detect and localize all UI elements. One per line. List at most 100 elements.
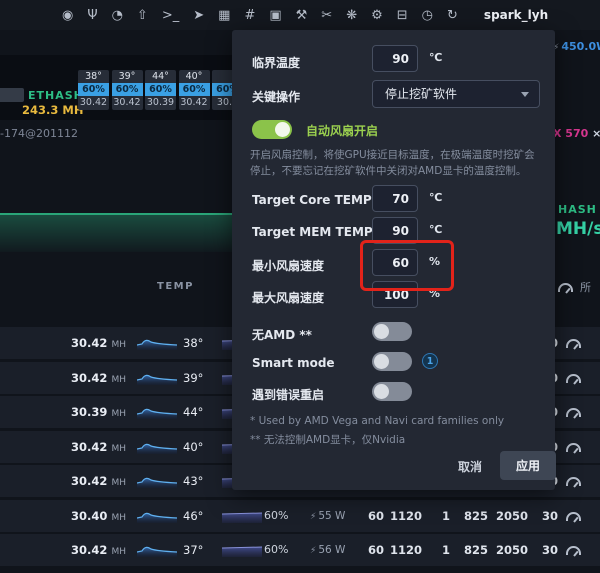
min-fan-speed-label: 最小风扇速度 bbox=[252, 259, 325, 273]
row-core-load: 60 bbox=[367, 543, 384, 557]
gpu-card-fan: 60% bbox=[78, 83, 109, 96]
autofan-description: 开启风扇控制，将使GPU接近目标温度，在极端温度时挖矿会停止，不要忘记在挖矿软件… bbox=[250, 149, 535, 178]
target-mem-temp-label: Target MEM TEMP * bbox=[252, 225, 384, 239]
rig-selector-stub[interactable] bbox=[0, 88, 24, 102]
target-core-temp-label: Target Core TEMP bbox=[252, 193, 372, 207]
temp-column-header: TEMP bbox=[157, 281, 194, 292]
tools-icon[interactable]: ✂ bbox=[321, 9, 332, 22]
autofan-settings-modal: 临界温度 ℃ 关键操作 停止挖矿软件 自动风扇开启 开启风扇控制，将使GPU接近… bbox=[232, 30, 556, 490]
gauge-icon[interactable] bbox=[566, 408, 581, 417]
upload-icon[interactable]: ⇧ bbox=[137, 9, 148, 22]
max-fan-speed-input[interactable] bbox=[372, 281, 418, 308]
row-fan-percent: 60% bbox=[264, 508, 289, 522]
row-hashrate: 30.42 MH bbox=[71, 543, 126, 557]
cancel-button[interactable]: 取消 bbox=[452, 457, 488, 476]
row-hashrate: 30.42 MH bbox=[71, 336, 126, 350]
no-amd-label: 无AMD ** bbox=[252, 328, 312, 342]
celsius-unit: ℃ bbox=[429, 51, 443, 64]
network-card-icon[interactable]: ▦ bbox=[218, 9, 230, 22]
no-amd-toggle[interactable] bbox=[372, 322, 412, 341]
action-select[interactable]: 停止挖矿软件 bbox=[372, 80, 540, 108]
gpu-card-temp: 38° bbox=[85, 71, 102, 82]
total-hashrate: 243.3 MH bbox=[22, 103, 84, 117]
hashrate-sparkline bbox=[137, 512, 177, 523]
pie-chart-icon[interactable]: ◔ bbox=[112, 9, 123, 22]
gauge-icon[interactable] bbox=[566, 546, 581, 555]
gpu-card[interactable]: 39° 60% 30.42 bbox=[111, 70, 143, 110]
smart-mode-toggle[interactable] bbox=[372, 352, 412, 371]
autofan-toggle[interactable] bbox=[252, 120, 292, 139]
gauge-icon[interactable] bbox=[566, 511, 581, 521]
row-mem-clock: 2050 bbox=[495, 508, 528, 523]
row-hashrate: 30.39 MH bbox=[71, 405, 126, 419]
gauge-icon[interactable] bbox=[566, 477, 581, 486]
rocket-icon[interactable]: ➤ bbox=[193, 9, 204, 22]
row-val6: 30 bbox=[541, 508, 558, 523]
minimize-icon[interactable]: ⊟ bbox=[397, 9, 408, 22]
gpu-card[interactable]: 40° 60% 30.42 bbox=[178, 70, 210, 110]
row-temp: 43° bbox=[183, 474, 204, 488]
target-mem-temp-input[interactable] bbox=[372, 217, 418, 244]
total-power: ⚡450.0W bbox=[553, 40, 600, 53]
splitter-icon[interactable]: Ψ bbox=[87, 9, 97, 22]
hammer-icon[interactable]: ⚒ bbox=[296, 9, 308, 22]
row-hashrate: 30.42 MH bbox=[71, 474, 126, 488]
row-temp: 44° bbox=[183, 405, 204, 419]
row-mem-load: 1120 bbox=[390, 543, 423, 557]
hashrate-sparkline bbox=[137, 477, 177, 488]
hashrate-sparkline bbox=[137, 546, 177, 557]
gpu-card-fan: 60% bbox=[145, 83, 176, 96]
algo-label: ETHASH bbox=[28, 89, 84, 102]
hashrate-chart bbox=[0, 213, 232, 252]
row-core-load: 60 bbox=[367, 508, 384, 523]
row-mem-clock: 2050 bbox=[495, 543, 528, 557]
refresh-icon[interactable]: ↻ bbox=[447, 9, 458, 22]
row-power: ⚡ 56 W bbox=[310, 544, 346, 556]
gauge-icon[interactable] bbox=[566, 373, 581, 383]
row-core-clock: 825 bbox=[463, 543, 488, 557]
gpu-card[interactable]: 38° 60% 30.42 bbox=[78, 70, 109, 110]
bolt-icon: ⚡ bbox=[310, 546, 317, 556]
row-val3: 1 bbox=[441, 508, 450, 523]
smart-mode-label: Smart mode bbox=[252, 356, 335, 370]
row-hashrate: 30.42 MH bbox=[71, 439, 126, 454]
percent-unit: % bbox=[429, 255, 441, 268]
fan-icon[interactable]: ❋ bbox=[346, 9, 357, 22]
percent-unit: % bbox=[429, 287, 441, 300]
row-core-clock: 825 bbox=[463, 508, 488, 523]
gpu-card[interactable]: 44° 60% 30.39 bbox=[145, 70, 176, 110]
row-fan-percent: 60% bbox=[264, 543, 289, 556]
min-fan-speed-input[interactable] bbox=[372, 249, 418, 276]
gauge-icon[interactable] bbox=[566, 442, 581, 452]
gpu-card-temp: 44° bbox=[152, 71, 169, 82]
row-temp: 40° bbox=[183, 439, 204, 454]
algo-fragment: HASH bbox=[558, 203, 597, 216]
row-power: ⚡ 55 W bbox=[310, 509, 346, 522]
username[interactable]: spark_lyh bbox=[484, 8, 548, 22]
table-row: 30.40 MH 46° 60% ⚡ 55 W 60 1120 1 825 205… bbox=[0, 499, 600, 532]
critical-temp-label: 临界温度 bbox=[252, 56, 301, 70]
restart-on-error-toggle[interactable] bbox=[372, 382, 412, 401]
gauge-icon[interactable] bbox=[566, 339, 581, 348]
timer-icon[interactable]: ◷ bbox=[422, 9, 433, 22]
apply-button[interactable]: 应用 bbox=[500, 451, 556, 480]
hashrate-icon[interactable]: # bbox=[244, 9, 255, 22]
row-val3: 1 bbox=[441, 543, 450, 557]
power-icon[interactable]: ◉ bbox=[62, 9, 73, 22]
mining-dashboard: ◉ Ψ ◔ ⇧ >_ ➤ ▦ # ▣ ⚒ ✂ ❋ ⚙ ⊟ ◷ ↻ spark_l… bbox=[0, 0, 600, 573]
critical-temp-input[interactable] bbox=[372, 45, 418, 72]
gauge-icon bbox=[558, 283, 573, 292]
restart-on-error-label: 遇到错误重启 bbox=[252, 388, 325, 402]
shell-icon[interactable]: >_ bbox=[162, 9, 179, 22]
bolt-icon: ⚡ bbox=[310, 511, 317, 522]
row-hashrate: 30.40 MH bbox=[71, 508, 126, 523]
row-hashrate: 30.42 MH bbox=[71, 370, 126, 385]
action-select-value: 停止挖矿软件 bbox=[385, 87, 458, 101]
target-core-temp-input[interactable] bbox=[372, 185, 418, 212]
action-label: 关键操作 bbox=[252, 90, 301, 104]
gear-icon[interactable]: ⚙ bbox=[371, 9, 383, 22]
info-badge[interactable]: 1 bbox=[422, 353, 438, 369]
gpu-card-fan: 60% bbox=[178, 83, 210, 96]
fan-sparkline bbox=[222, 512, 262, 523]
console-icon[interactable]: ▣ bbox=[269, 9, 281, 22]
